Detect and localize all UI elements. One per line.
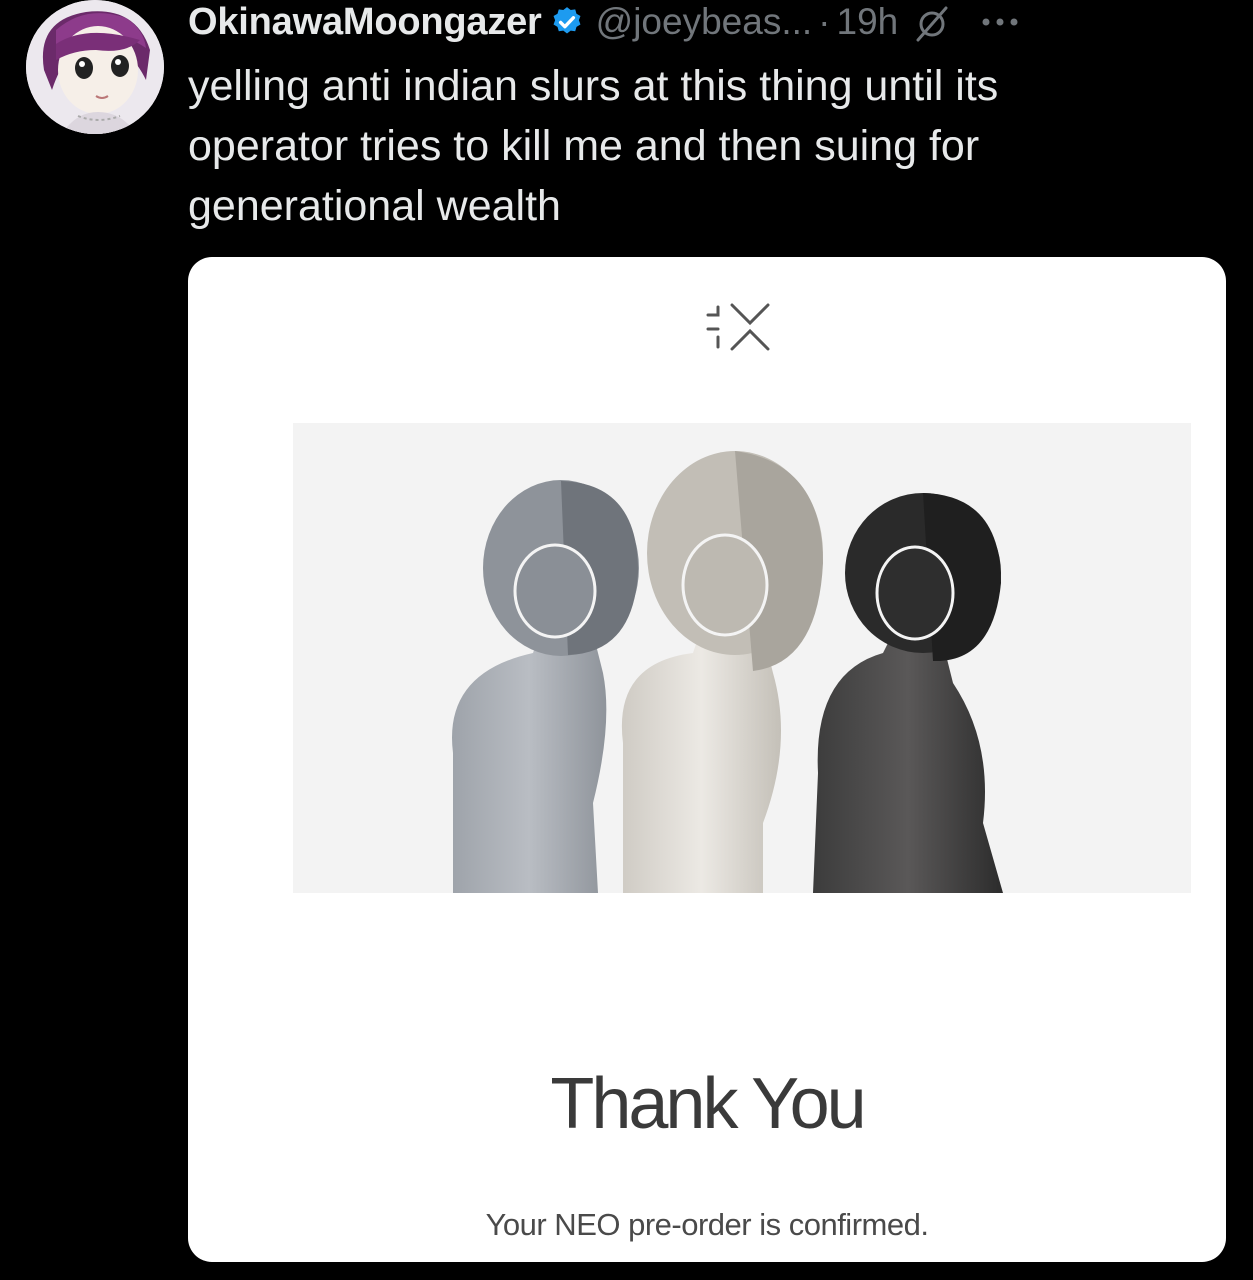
- media-card[interactable]: Thank You Your NEO pre-order is confirme…: [188, 257, 1226, 1262]
- anime-avatar-image: [26, 0, 164, 134]
- timestamp[interactable]: 19h: [837, 1, 899, 43]
- separator-dot: ·: [818, 1, 831, 42]
- preorder-confirmation-text: Your NEO pre-order is confirmed.: [485, 1207, 929, 1242]
- display-name[interactable]: OkinawaMoongazer: [188, 1, 542, 44]
- tweet-text: yelling anti indian slurs at this thing …: [188, 62, 999, 230]
- avatar[interactable]: [26, 0, 164, 134]
- grok-icon[interactable]: [912, 4, 952, 44]
- verified-badge-icon: [553, 7, 581, 34]
- more-options-icon[interactable]: [978, 4, 1022, 40]
- thank-you-heading: Thank You: [550, 1064, 866, 1144]
- tweet-header: OkinawaMoongazer @joeybeas... · 19h: [188, 0, 1238, 44]
- user-handle[interactable]: @joeybeas...: [596, 1, 813, 43]
- 1x-logo-icon: [706, 303, 770, 351]
- neo-robots-image: [293, 423, 1191, 893]
- robot-product-photo: [293, 423, 1191, 893]
